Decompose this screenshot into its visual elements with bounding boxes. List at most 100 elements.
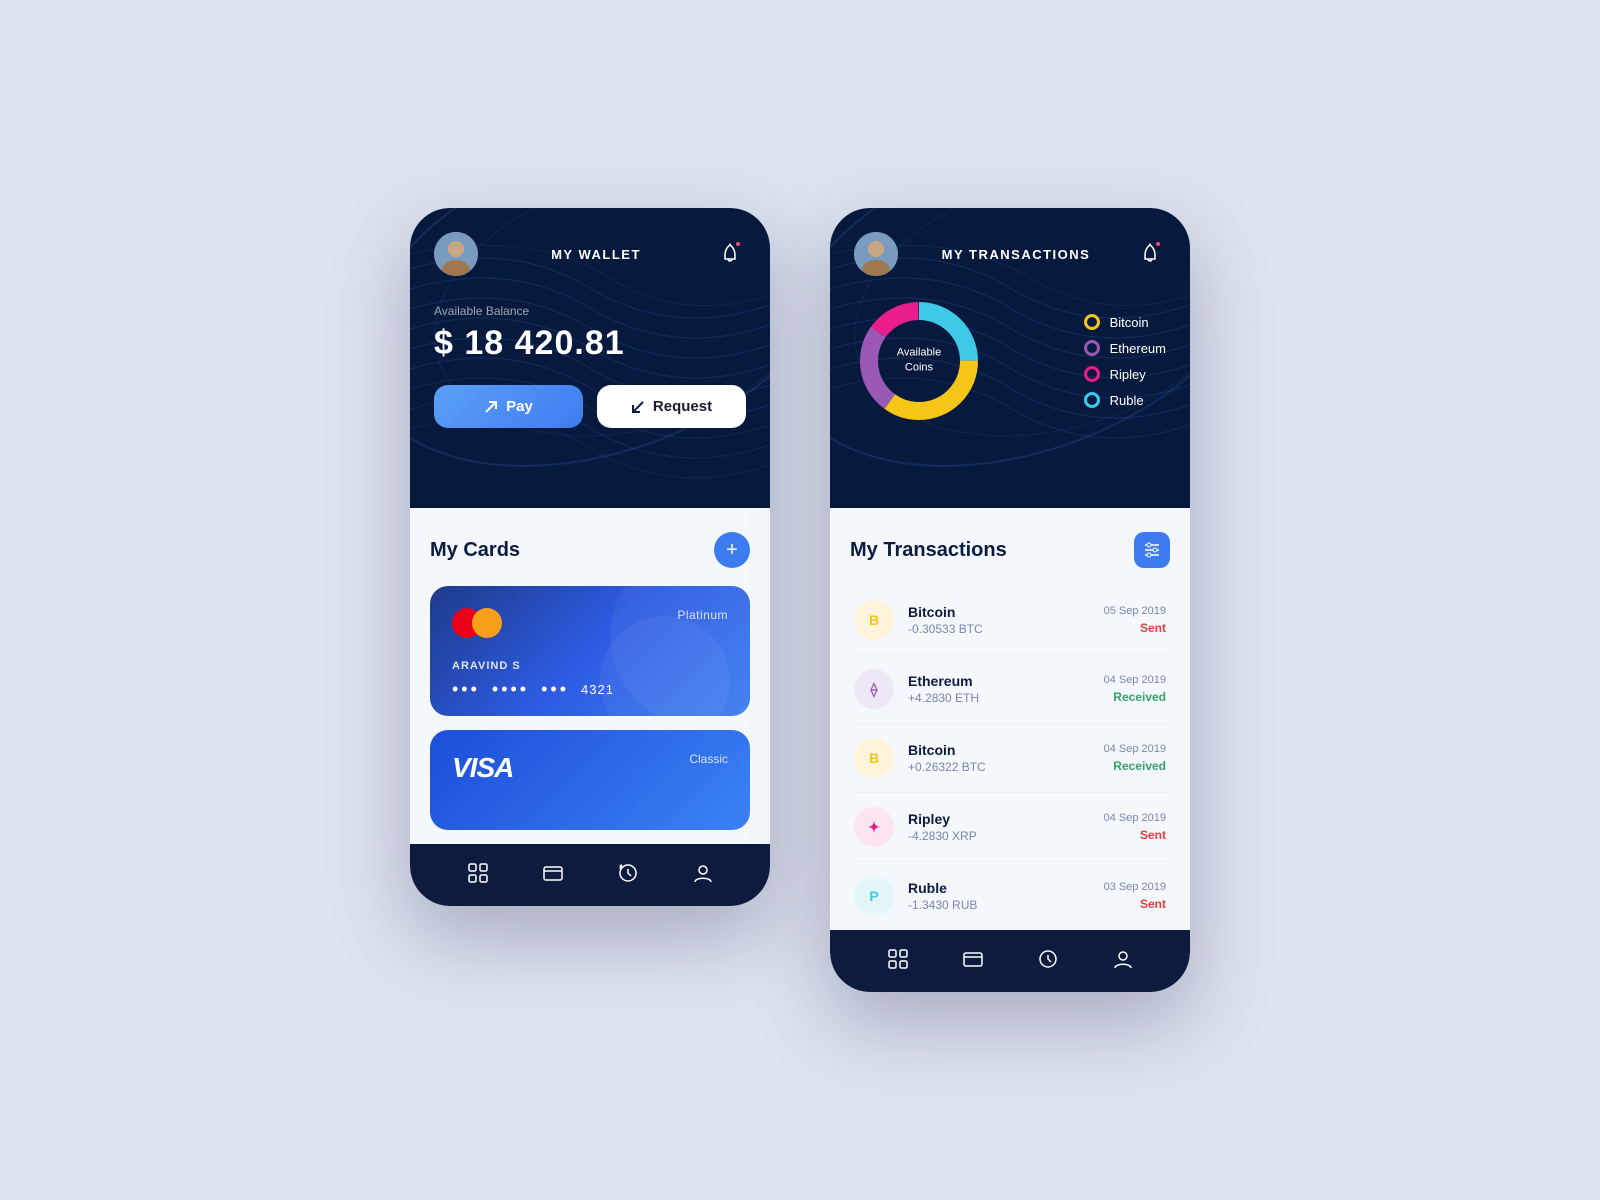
tx-notification-dot	[1154, 240, 1162, 248]
legend-ethereum: Ethereum	[1084, 340, 1166, 356]
tx-amount: +0.26322 BTC	[908, 760, 1104, 774]
card-dots-2: ••••	[492, 680, 529, 698]
tx-name: Bitcoin	[908, 742, 1104, 758]
tx-date: 03 Sep 2019	[1104, 881, 1166, 893]
transactions-list: B Bitcoin -0.30533 BTC 05 Sep 2019 Sent …	[850, 586, 1170, 930]
tx-nav-profile-icon[interactable]	[1110, 946, 1136, 972]
ethereum-label: Ethereum	[1110, 341, 1166, 356]
visa-logo: VISA	[452, 752, 513, 784]
filter-button[interactable]	[1134, 532, 1170, 568]
tx-info: Ripley -4.2830 XRP	[908, 811, 1104, 843]
balance-amount: $ 18 420.81	[434, 324, 746, 363]
tx-meta: 04 Sep 2019 Received	[1104, 743, 1166, 773]
tx-date: 04 Sep 2019	[1104, 674, 1166, 686]
tx-meta: 03 Sep 2019 Sent	[1104, 881, 1166, 911]
tx-notification-bell[interactable]	[1134, 238, 1166, 270]
wallet-top-bar: MY WALLET	[434, 232, 746, 276]
nav-history-icon[interactable]	[615, 860, 641, 886]
transaction-row[interactable]: P Ruble -1.3430 RUB 03 Sep 2019 Sent	[850, 862, 1170, 930]
notification-bell[interactable]	[714, 238, 746, 270]
balance-label: Available Balance	[434, 304, 746, 318]
tx-name: Ethereum	[908, 673, 1104, 689]
visa-card-type: Classic	[689, 752, 728, 766]
tx-header-section: MY TRANSACTIONS	[830, 208, 1190, 508]
wallet-title: MY WALLET	[551, 247, 641, 262]
legend-ripley: Ripley	[1084, 366, 1166, 382]
my-cards-title: My Cards	[430, 539, 520, 562]
card-holder-name: ARAVIND S	[452, 660, 728, 672]
ruble-icon: P	[854, 876, 894, 916]
coins-chart-section: Available Coins Bitcoin Ethereum	[854, 276, 1166, 436]
tx-list-section: My Transactions B	[830, 508, 1190, 930]
ripley-dot	[1084, 366, 1100, 382]
tx-info: Bitcoin +0.26322 BTC	[908, 742, 1104, 774]
tx-nav-grid-icon[interactable]	[885, 946, 911, 972]
visa-top-row: VISA Classic	[452, 752, 728, 784]
mastercard-card: Platinum ARAVIND S ••• •••• ••• 4321	[430, 586, 750, 716]
tx-status: Received	[1104, 759, 1166, 773]
tx-avatar	[854, 232, 898, 276]
tx-meta: 04 Sep 2019 Received	[1104, 674, 1166, 704]
tx-name: Ruble	[908, 880, 1104, 896]
nav-grid-icon[interactable]	[465, 860, 491, 886]
wallet-nav-bar	[410, 844, 770, 906]
tx-date: 05 Sep 2019	[1104, 605, 1166, 617]
tx-amount: +4.2830 ETH	[908, 691, 1104, 705]
card-type-platinum: Platinum	[677, 608, 728, 622]
transactions-phone: MY TRANSACTIONS	[830, 208, 1190, 992]
tx-info: Ruble -1.3430 RUB	[908, 880, 1104, 912]
ethereum-icon: ⟠	[854, 669, 894, 709]
my-cards-header: My Cards +	[430, 532, 750, 568]
tx-nav-history-icon[interactable]	[1035, 946, 1061, 972]
bitcoin-dot	[1084, 314, 1100, 330]
wallet-cards-section: My Cards + Platinum ARAVIND S ••• •••• •…	[410, 508, 770, 844]
tx-status: Sent	[1104, 828, 1166, 842]
tx-nav-bar	[830, 930, 1190, 992]
transaction-row[interactable]: ⟠ Ethereum +4.2830 ETH 04 Sep 2019 Recei…	[850, 655, 1170, 724]
mastercard-logo	[452, 608, 502, 638]
tx-title: MY TRANSACTIONS	[942, 247, 1091, 262]
ruble-label: Ruble	[1110, 393, 1144, 408]
request-button[interactable]: Request	[597, 385, 746, 428]
ripley-icon: ✦	[854, 807, 894, 847]
nav-profile-icon[interactable]	[690, 860, 716, 886]
tx-status: Sent	[1104, 621, 1166, 635]
tx-name: Bitcoin	[908, 604, 1104, 620]
mc-yellow-circle	[472, 608, 502, 638]
tx-amount: -4.2830 XRP	[908, 829, 1104, 843]
add-card-button[interactable]: +	[714, 532, 750, 568]
tx-nav-card-icon[interactable]	[960, 946, 986, 972]
tx-top-bar: MY TRANSACTIONS	[854, 232, 1166, 276]
avatar	[434, 232, 478, 276]
tx-meta: 05 Sep 2019 Sent	[1104, 605, 1166, 635]
tx-amount: -1.3430 RUB	[908, 898, 1104, 912]
tx-section-title: My Transactions	[850, 539, 1007, 562]
tx-status: Received	[1104, 690, 1166, 704]
tx-info: Ethereum +4.2830 ETH	[908, 673, 1104, 705]
bitcoin-icon: B	[854, 600, 894, 640]
tx-meta: 04 Sep 2019 Sent	[1104, 812, 1166, 842]
bitcoin-icon-2: B	[854, 738, 894, 778]
transaction-row[interactable]: B Bitcoin +0.26322 BTC 04 Sep 2019 Recei…	[850, 724, 1170, 793]
card-dots-3: •••	[541, 680, 569, 698]
card-number: ••• •••• ••• 4321	[452, 680, 728, 698]
tx-amount: -0.30533 BTC	[908, 622, 1104, 636]
transaction-row[interactable]: ✦ Ripley -4.2830 XRP 04 Sep 2019 Sent	[850, 793, 1170, 862]
tx-status: Sent	[1104, 897, 1166, 911]
pay-button[interactable]: Pay	[434, 385, 583, 428]
legend-bitcoin: Bitcoin	[1084, 314, 1166, 330]
ethereum-dot	[1084, 340, 1100, 356]
card-top-row: Platinum	[452, 608, 728, 638]
tx-name: Ripley	[908, 811, 1104, 827]
bitcoin-label: Bitcoin	[1110, 315, 1149, 330]
tx-info: Bitcoin -0.30533 BTC	[908, 604, 1104, 636]
transaction-row[interactable]: B Bitcoin -0.30533 BTC 05 Sep 2019 Sent	[850, 586, 1170, 655]
ripley-label: Ripley	[1110, 367, 1146, 382]
tx-date: 04 Sep 2019	[1104, 743, 1166, 755]
visa-card: VISA Classic	[430, 730, 750, 830]
nav-card-icon[interactable]	[540, 860, 566, 886]
card-last-digits: 4321	[581, 682, 614, 697]
coin-legend: Bitcoin Ethereum Ripley Ruble	[1084, 314, 1166, 408]
notification-dot	[734, 240, 742, 248]
balance-section: Available Balance $ 18 420.81 Pay	[434, 304, 746, 428]
